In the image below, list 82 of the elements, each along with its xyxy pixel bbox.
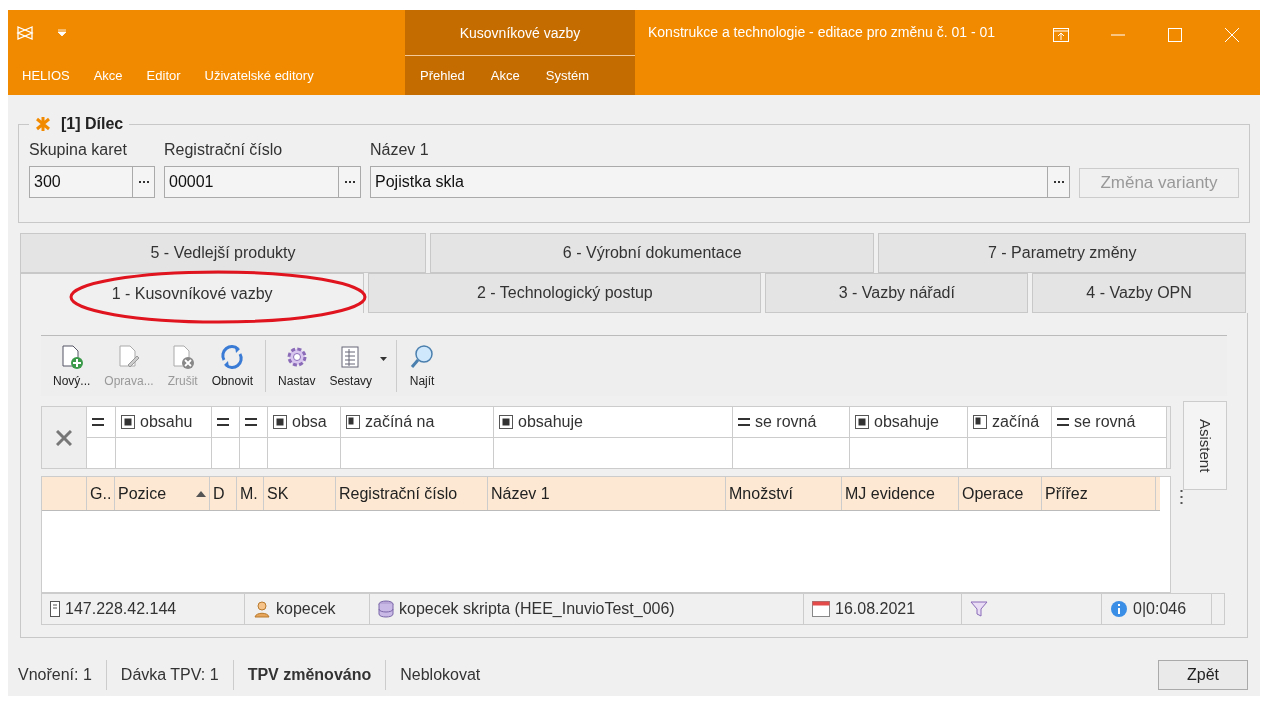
close-icon xyxy=(1224,28,1239,42)
input-field[interactable]: Pojistka skla xyxy=(370,166,1070,198)
toolbar-button[interactable]: Najít xyxy=(403,340,442,393)
square-icon xyxy=(855,415,869,430)
more-icon[interactable] xyxy=(1180,489,1183,506)
tab[interactable]: 3 - Vazby nářadí xyxy=(765,273,1029,313)
ribbon-tab[interactable]: Akce xyxy=(490,68,520,83)
maximize-icon xyxy=(1167,28,1182,42)
user-icon xyxy=(253,600,271,619)
status-text: kopecek xyxy=(276,600,336,619)
equals-icon xyxy=(738,417,750,428)
input-field[interactable]: 00001 xyxy=(164,166,361,198)
window-arrow-icon xyxy=(1052,28,1069,42)
column-header[interactable]: G.. xyxy=(87,477,115,511)
toolbar-button[interactable]: Nový... xyxy=(47,340,97,393)
close-icon xyxy=(56,429,72,446)
toolbar-button[interactable]: Obnovit xyxy=(205,340,260,393)
footer-label: Vnoření: 1 xyxy=(18,660,107,690)
tab[interactable]: 4 - Vazby OPN xyxy=(1032,273,1246,313)
context-group-title: Kusovníkové vazby xyxy=(459,24,581,41)
status-text: 0|0:046 xyxy=(1133,600,1187,619)
footer-label: Dávka TPV: 1 xyxy=(120,660,234,690)
minimize-icon xyxy=(1110,34,1125,36)
database-icon xyxy=(378,600,394,619)
square-icon xyxy=(273,415,287,430)
column-header[interactable]: M. xyxy=(237,477,264,511)
filter-operator-label: obsa xyxy=(292,413,327,432)
dropdown-icon[interactable] xyxy=(58,29,66,37)
half-square-icon xyxy=(346,415,360,430)
filter-operator-label: se rovná xyxy=(1074,413,1136,432)
filter-operator-label: obsahuje xyxy=(518,413,583,432)
status-text: 16.08.2021 xyxy=(835,600,916,619)
column-header[interactable]: D xyxy=(210,477,237,511)
tab[interactable]: 6 - Výrobní dokumentace xyxy=(430,233,875,273)
server-icon xyxy=(50,601,60,618)
caret-icon xyxy=(380,357,388,362)
equals-icon xyxy=(92,417,104,428)
footer-label: Neblokovat xyxy=(400,665,482,685)
filter-operator-label: začíná xyxy=(992,413,1040,432)
equals-icon xyxy=(1057,417,1069,428)
tab[interactable]: 5 - Vedlejší produkty xyxy=(20,233,426,273)
column-header[interactable]: Název 1 xyxy=(488,477,726,511)
filter-icon xyxy=(970,600,988,619)
toolbar-button[interactable]: Sestavy xyxy=(323,340,379,393)
tab[interactable]: 2 - Technologický postup xyxy=(368,273,762,313)
input-field[interactable]: 300 xyxy=(29,166,155,198)
ribbon-tab[interactable]: Systém xyxy=(545,68,590,83)
field-label: Název 1 xyxy=(370,141,430,159)
filter-operator-label: obsahuje xyxy=(874,413,939,432)
asterisk-icon xyxy=(35,116,51,132)
column-header[interactable]: MJ evidence xyxy=(842,477,959,511)
column-header[interactable]: Množství xyxy=(726,477,842,511)
status-text: kopecek skripta (HEE_InuvioTest_006) xyxy=(399,600,675,619)
filter-operator-label: se rovná xyxy=(755,413,817,432)
logo-icon xyxy=(14,23,36,43)
half-square-icon xyxy=(973,415,987,430)
group-title: [1] Dílec xyxy=(61,115,124,133)
column-header[interactable]: Operace xyxy=(959,477,1042,511)
status-text: 147.228.42.144 xyxy=(65,600,177,619)
equals-icon xyxy=(245,417,257,428)
toolbar-button[interactable]: Nastav xyxy=(272,340,322,393)
column-header[interactable]: Registrační číslo xyxy=(336,477,488,511)
field-label: Skupina karet xyxy=(29,141,128,159)
column-header[interactable]: Pozice xyxy=(115,477,210,511)
back-button[interactable]: Zpět xyxy=(1158,660,1248,690)
footer-label: TPV změnováno xyxy=(247,660,387,690)
tab[interactable]: 7 - Parametry změny xyxy=(878,233,1246,273)
square-icon xyxy=(499,415,513,430)
column-header[interactable]: Přířez xyxy=(1042,477,1156,511)
square-icon xyxy=(121,415,135,430)
field-label: Registrační číslo xyxy=(164,141,284,159)
side-tab[interactable]: Asistent xyxy=(1183,401,1227,491)
filter-operator-label: začíná na xyxy=(365,413,435,432)
ribbon-tab[interactable]: Přehled xyxy=(420,68,465,83)
calendar-icon xyxy=(812,601,830,618)
info-icon xyxy=(1110,600,1128,619)
window-title: Konstrukce a technologie - editace pro změnu č. 01 - 01 xyxy=(648,24,997,40)
search-icon xyxy=(409,344,436,371)
filter-operator-label: obsahu xyxy=(140,413,193,432)
equals-icon xyxy=(217,417,229,428)
column-header[interactable]: SK xyxy=(264,477,336,511)
tab[interactable]: 1 - Kusovníkové vazby xyxy=(20,273,365,313)
